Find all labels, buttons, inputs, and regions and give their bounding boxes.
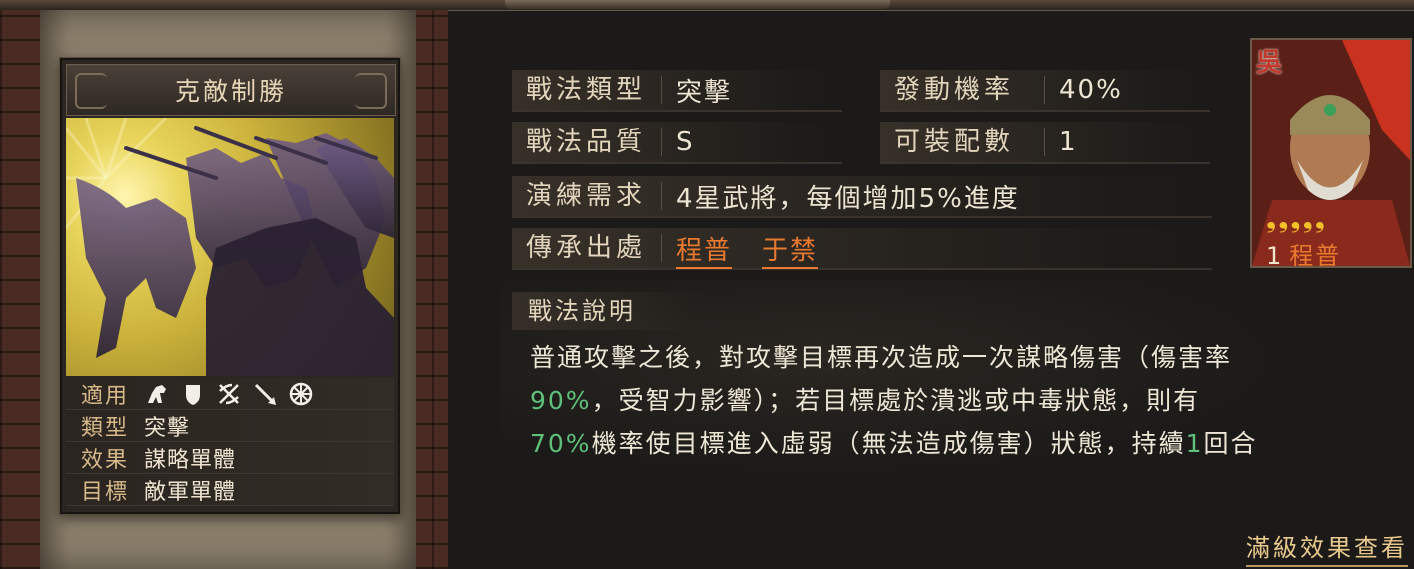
cavalry-charge-illustration (66, 118, 394, 376)
general-name: 程普 (1289, 242, 1342, 268)
slots-label: 可裝配數 (880, 128, 1045, 156)
info-row-quality: 戰法品質 S (512, 122, 842, 164)
cavalry-icon (148, 384, 166, 403)
general-portrait-card[interactable]: 吳 ❟❟❟❟❟ 1 程普 (1250, 38, 1412, 268)
inherit-source-link[interactable]: 于禁 (762, 235, 819, 269)
attr-value: 突擊 (144, 415, 191, 441)
title-ornament-right (355, 73, 387, 109)
training-value: 4星武將，每個增加5%進度 (676, 183, 1020, 214)
attr-row-applicable: 適用 (66, 378, 394, 410)
skill-type-value: 突擊 (676, 77, 733, 108)
inherit-sources: 程普 于禁 (662, 230, 848, 269)
desc-text: 普通攻擊之後，對攻擊目標再次造成一次謀略傷害（傷害率 (530, 343, 1233, 372)
attr-value: 敵軍單體 (144, 479, 237, 505)
skill-card: 克敵制勝 適用 類型 突擊 效果 謀略單體 目標 敵軍單體 (60, 58, 400, 514)
skill-artwork (66, 118, 394, 376)
trigger-rate-value: 40% (1059, 75, 1123, 105)
general-count: 1 (1266, 242, 1282, 268)
skill-type-label: 戰法類型 (512, 76, 662, 104)
attr-value: 謀略單體 (144, 447, 237, 473)
quality-label: 戰法品質 (512, 128, 662, 156)
general-label: 1 程普 (1266, 236, 1342, 268)
training-label: 演練需求 (512, 182, 662, 210)
desc-text: ，受智力影響）；若目標處於潰逃或中毒狀態，則有 (591, 386, 1201, 415)
attr-key: 適用 (80, 383, 129, 409)
info-row-training: 演練需求 4星武將，每個增加5%進度 (512, 176, 1212, 218)
spear-icon (254, 383, 276, 405)
attr-row-effect: 效果 謀略單體 (66, 442, 394, 474)
attr-row-target: 目標 敵軍單體 (66, 474, 394, 506)
inherit-label: 傳承出處 (512, 234, 662, 262)
attr-key: 目標 (80, 479, 129, 505)
attr-key: 效果 (80, 447, 129, 473)
shield-icon (186, 384, 200, 405)
quality-value: S (676, 127, 695, 157)
info-row-inherit: 傳承出處 程普 于禁 (512, 228, 1212, 270)
slots-value: 1 (1059, 127, 1078, 157)
trigger-rate-label: 發動機率 (880, 76, 1045, 104)
star-rating: ❟❟❟❟❟ (1266, 204, 1327, 234)
description-title: 戰法說明 (512, 292, 702, 330)
info-row-slots: 可裝配數 1 (880, 122, 1210, 164)
desc-highlight-turns: 1 (1185, 429, 1204, 458)
desc-highlight-chance: 70% (530, 429, 592, 458)
desc-highlight-damage-rate: 90% (530, 386, 592, 415)
title-ornament-left (75, 73, 107, 109)
attr-row-type: 類型 突擊 (66, 410, 394, 442)
unit-type-icons (144, 381, 314, 407)
crossed-bows-icon (219, 383, 239, 404)
skill-card-title: 克敵制勝 (66, 64, 396, 116)
top-frame-tab (505, 0, 890, 9)
desc-text: 機率使目標進入虛弱（無法造成傷害）狀態，持續 (591, 429, 1186, 458)
inherit-source-link[interactable]: 程普 (676, 235, 733, 269)
info-row-skill-type: 戰法類型 突擊 (512, 70, 842, 112)
desc-text: 回合 (1203, 429, 1258, 458)
info-row-trigger-rate: 發動機率 40% (880, 70, 1210, 112)
skill-description: 普通攻擊之後，對攻擊目標再次造成一次謀略傷害（傷害率 90%，受智力影響）；若目標… (530, 336, 1400, 465)
skill-name: 克敵制勝 (174, 77, 287, 106)
skill-attributes: 適用 類型 突擊 效果 謀略單體 目標 敵軍單體 (66, 378, 394, 506)
attr-key: 類型 (80, 415, 129, 441)
full-effect-link[interactable]: 滿級效果查看 (1246, 528, 1408, 567)
wheel-icon (289, 382, 313, 405)
kingdom-badge: 吳 (1256, 48, 1283, 78)
